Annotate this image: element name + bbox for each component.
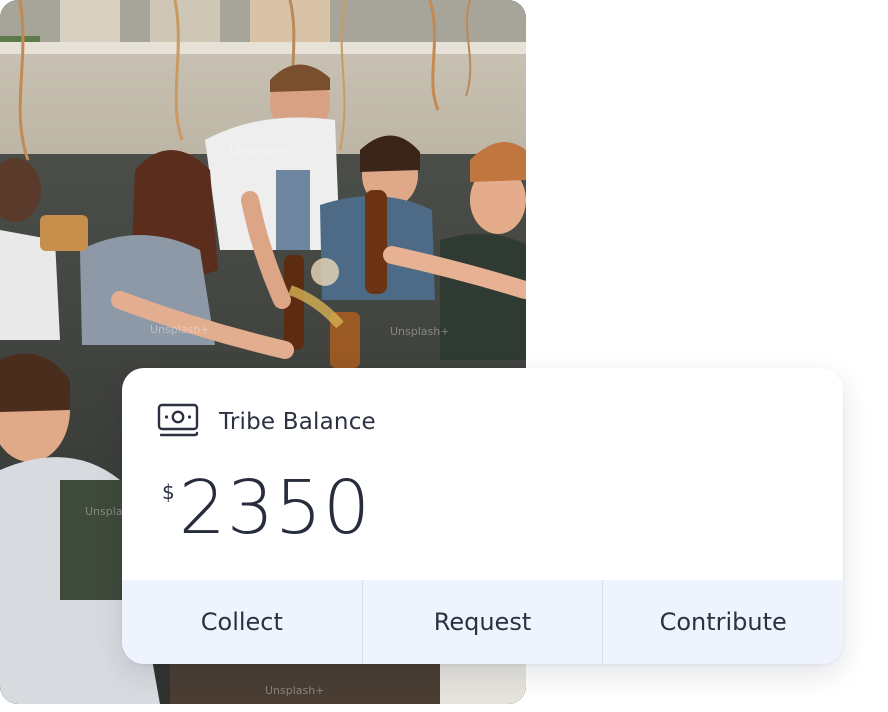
svg-text:Unsplash+: Unsplash+ — [230, 144, 289, 157]
svg-text:Unsplash+: Unsplash+ — [150, 323, 209, 336]
tribe-balance-card: Tribe Balance $ 2350 Collect Request Con… — [122, 368, 843, 664]
balance-value: 2350 — [178, 465, 372, 551]
svg-text:Unsplash+: Unsplash+ — [390, 325, 449, 338]
svg-text:Unsplash+: Unsplash+ — [265, 684, 324, 697]
currency-symbol: $ — [162, 480, 175, 504]
contribute-button[interactable]: Contribute — [603, 580, 843, 664]
request-button[interactable]: Request — [363, 580, 604, 664]
stage: Unsplash+ Unsplash+ Unsplash+ Unsplash+ … — [0, 0, 888, 712]
collect-button[interactable]: Collect — [122, 580, 363, 664]
cash-icon — [157, 402, 201, 442]
balance-amount: $ 2350 — [162, 468, 371, 548]
action-bar: Collect Request Contribute — [122, 580, 843, 664]
card-header: Tribe Balance — [157, 402, 376, 442]
card-title: Tribe Balance — [219, 409, 376, 435]
